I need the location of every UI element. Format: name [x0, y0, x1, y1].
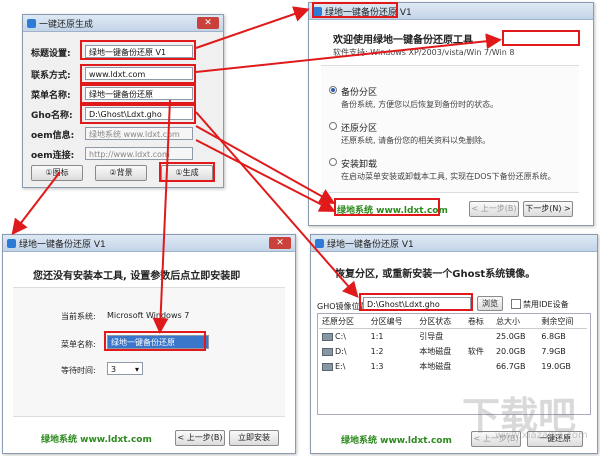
arrow-oem2: [195, 139, 336, 212]
watermark-sub: www.xiazaiba.com: [495, 430, 588, 441]
arrow-contact: [195, 33, 502, 73]
arrow-generate: [11, 171, 61, 236]
arrow-menu: [152, 99, 171, 334]
arrow-title: [195, 6, 310, 49]
